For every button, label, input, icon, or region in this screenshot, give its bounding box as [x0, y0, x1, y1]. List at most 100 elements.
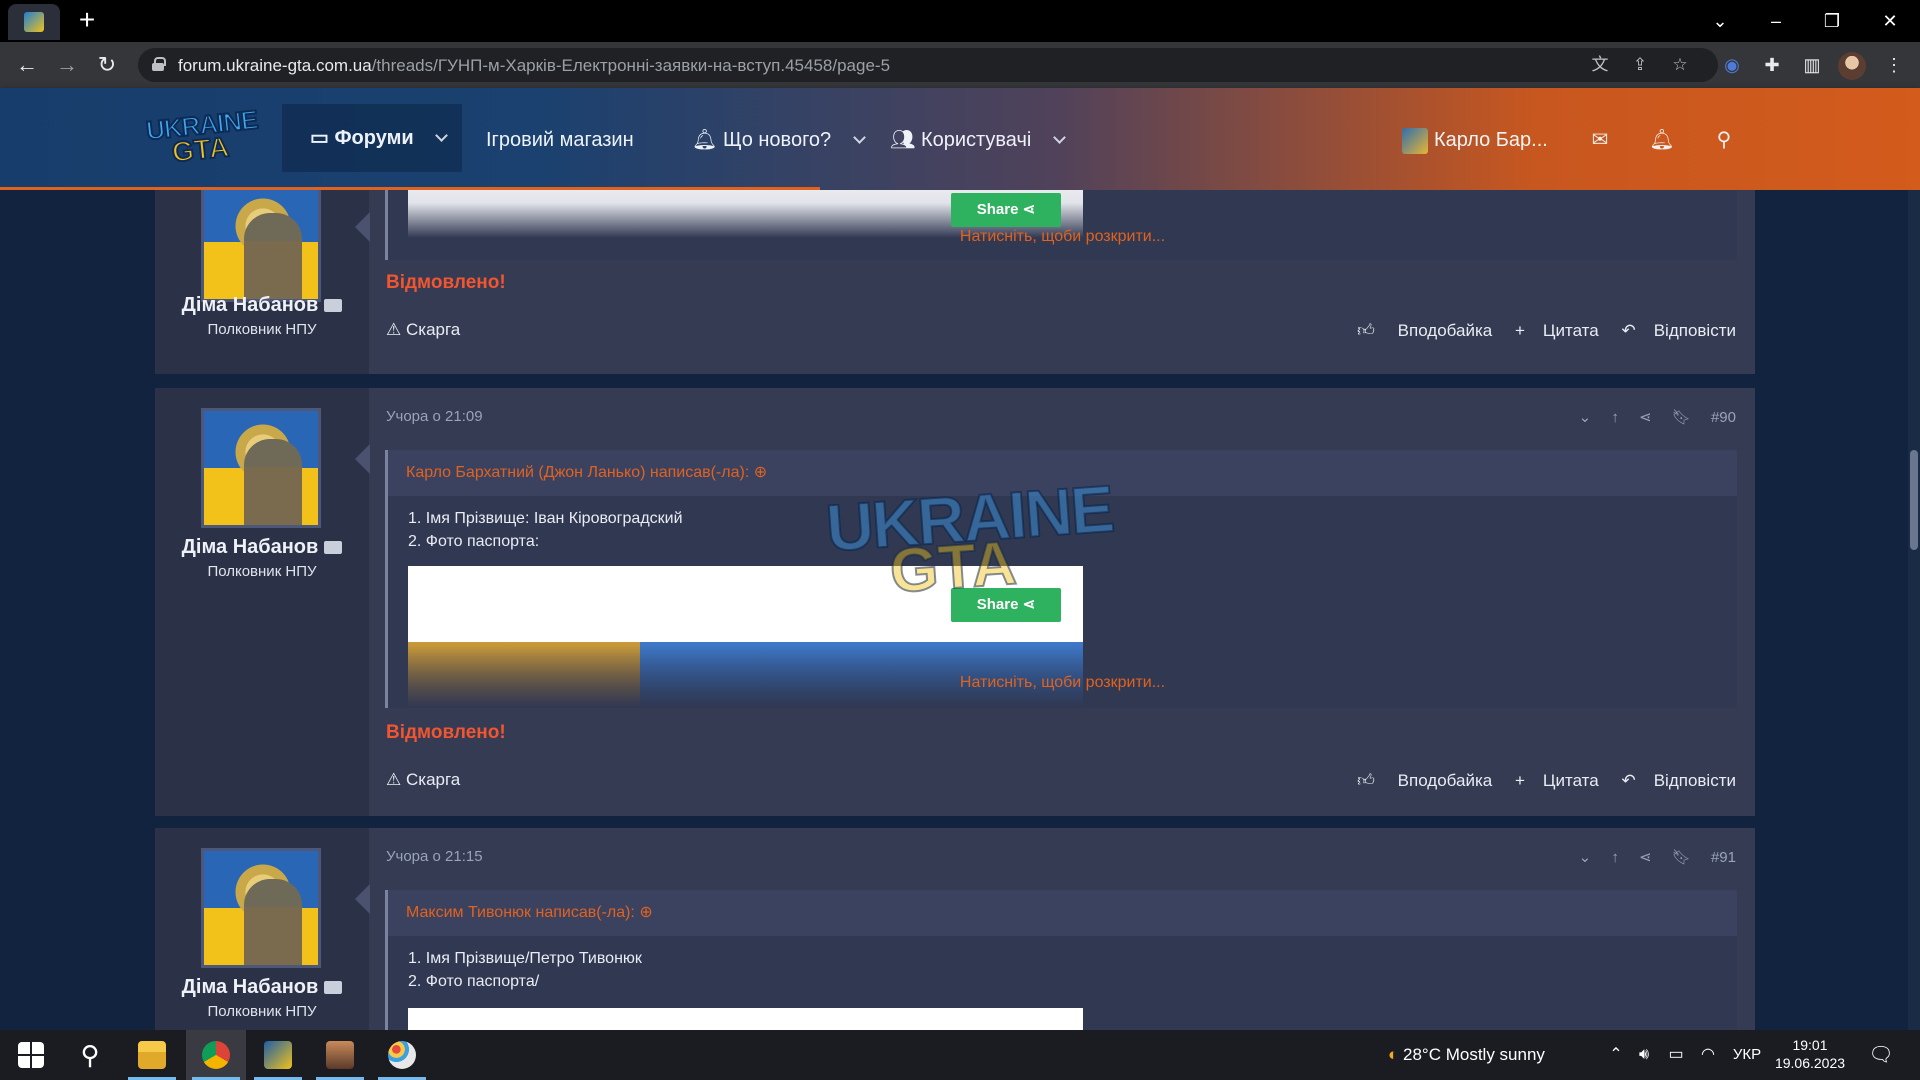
extensions-puzzle-icon[interactable]: ✚	[1758, 51, 1786, 79]
envelope-icon[interactable]	[324, 981, 343, 994]
post-number[interactable]: #90	[1711, 409, 1736, 426]
warning-icon: ⚠	[386, 770, 402, 789]
close-icon[interactable]: ✕	[1870, 6, 1910, 36]
users-icon: 👥︎	[890, 129, 916, 151]
lock-icon[interactable]	[152, 57, 166, 71]
passport-image[interactable]	[408, 1008, 1083, 1030]
avatar[interactable]	[201, 848, 321, 968]
account-menu[interactable]: Карло Бар...	[1402, 120, 1548, 160]
page-scrollbar[interactable]	[1908, 190, 1920, 1030]
quote-block: Share ⋖ Натисніть, щоби розкрити...	[385, 190, 1737, 260]
post-actions: 👍︎ Вподобайка + Цитата ↶ Відповісти	[1339, 770, 1736, 791]
new-tab-icon[interactable]: +	[72, 6, 102, 36]
report-link[interactable]: ⚠ Скарга	[386, 770, 460, 790]
nav-members[interactable]: 👥︎ Користувачі	[890, 120, 1066, 160]
bookmark-icon[interactable]: 🔖︎	[1672, 848, 1691, 866]
taskbar-search-button[interactable]: ⚲	[60, 1030, 120, 1080]
author-name[interactable]: Діма Набанов	[155, 976, 369, 999]
envelope-icon[interactable]: ✉	[1586, 126, 1614, 154]
quote-button[interactable]: + Цитата	[1515, 771, 1599, 790]
taskbar-paint[interactable]	[372, 1030, 432, 1080]
quote-line: 2. Фото паспорта:	[408, 533, 540, 550]
verdict-text: Відмовлено!	[386, 722, 506, 743]
quote-button[interactable]: + Цитата	[1515, 321, 1599, 340]
taskbar-photo-app[interactable]	[310, 1030, 370, 1080]
chevron-circle-icon[interactable]: ⌄	[1579, 848, 1592, 866]
side-panel-icon[interactable]: ▥	[1798, 51, 1826, 79]
weather-widget[interactable]: ◐ 28°C Mostly sunny	[1388, 1030, 1545, 1080]
search-icon: ⚲	[80, 1040, 100, 1070]
wifi-icon[interactable]: ◠	[1696, 1030, 1720, 1080]
address-url[interactable]: forum.ukraine-gta.com.ua/threads/ГУНП-м-…	[178, 56, 890, 76]
tab-favicon-icon	[24, 12, 44, 32]
chevron-down-icon[interactable]	[852, 131, 866, 144]
profile-avatar[interactable]	[1838, 52, 1866, 80]
post-date[interactable]: Учора о 21:09	[386, 408, 483, 425]
reload-icon[interactable]: ↻	[92, 50, 122, 80]
watermark-logo-gta: GTA	[887, 528, 1020, 608]
chevron-down-icon[interactable]	[435, 129, 449, 142]
like-button[interactable]: 👍︎ Вподобайка	[1357, 321, 1492, 340]
back-icon[interactable]: ←	[12, 50, 42, 80]
avatar[interactable]	[201, 408, 321, 528]
author-name[interactable]: Діма Набанов	[155, 294, 369, 317]
envelope-icon[interactable]	[324, 541, 343, 554]
search-icon[interactable]: ⚲	[1710, 126, 1738, 154]
alert-bell-icon[interactable]: 🔔︎	[1648, 126, 1676, 154]
notifications-icon[interactable]: 🗨︎	[1866, 1030, 1896, 1080]
input-language[interactable]: УКР	[1728, 1030, 1766, 1080]
author-title: Полковник НПУ	[207, 563, 317, 580]
share-icon[interactable]: ⋖	[1639, 408, 1652, 426]
arrow-up-circle-icon[interactable]: ⊕	[754, 464, 767, 481]
share-icon[interactable]: ⋖	[1639, 848, 1652, 866]
quote-line: 1. Імя Прізвище: Іван Кіровоградский	[408, 510, 683, 527]
expand-link[interactable]: Натисніть, щоби розкрити...	[388, 228, 1737, 246]
reply-button[interactable]: ↶ Відповісти	[1621, 771, 1736, 790]
address-bar[interactable]: forum.ukraine-gta.com.ua/threads/ГУНП-м-…	[138, 48, 1718, 82]
nav-forums[interactable]: ▭ Форуми	[282, 104, 462, 172]
reply-button[interactable]: ↶ Відповісти	[1621, 321, 1736, 340]
tab-search-chevron-icon[interactable]: ⌄	[1700, 6, 1740, 36]
arrow-up-circle-icon[interactable]: ⊕	[639, 904, 652, 921]
browser-tab[interactable]	[8, 4, 60, 40]
chevron-down-icon[interactable]	[1053, 131, 1066, 144]
taskbar-game-launcher[interactable]	[248, 1030, 308, 1080]
tray-chevron-up-icon[interactable]: ⌃	[1604, 1030, 1628, 1080]
game-launcher-icon	[264, 1041, 292, 1069]
taskbar-chrome[interactable]	[186, 1030, 246, 1080]
forward-icon[interactable]: →	[52, 50, 82, 80]
quote-line: 2. Фото паспорта/	[408, 973, 540, 990]
battery-icon[interactable]: ▭	[1664, 1030, 1688, 1080]
minimize-icon[interactable]: –	[1756, 6, 1796, 36]
quote-author[interactable]: Максим Тивонюк написав(-ла): ⊕	[406, 902, 653, 922]
restore-icon[interactable]: ❐	[1812, 6, 1852, 36]
clock[interactable]: 19:01 19.06.2023	[1770, 1030, 1850, 1080]
arrow-up-icon[interactable]: ↑	[1611, 409, 1619, 426]
translate-icon[interactable]: 文	[1588, 54, 1612, 76]
bookmark-icon[interactable]: 🔖︎	[1672, 408, 1691, 426]
nav-shop[interactable]: Ігровий магазин	[486, 120, 634, 160]
chrome-menu-icon[interactable]: ⋮	[1880, 51, 1908, 79]
report-link[interactable]: ⚠ Скарга	[386, 320, 460, 340]
share-button[interactable]: Share ⋖	[951, 193, 1061, 227]
post-date[interactable]: Учора о 21:15	[386, 848, 483, 865]
share-page-icon[interactable]: ⇪	[1628, 54, 1652, 76]
scrollbar-thumb[interactable]	[1910, 450, 1918, 550]
post-number[interactable]: #91	[1711, 849, 1736, 866]
bookmark-star-icon[interactable]: ☆	[1668, 54, 1692, 76]
envelope-icon[interactable]	[324, 299, 343, 312]
like-button[interactable]: 👍︎ Вподобайка	[1357, 771, 1492, 790]
quote-author[interactable]: Карло Бархатний (Джон Ланько) написав(-л…	[406, 462, 767, 482]
browser-titlebar: + ⌄ – ❐ ✕	[0, 0, 1920, 42]
chevron-circle-icon[interactable]: ⌄	[1579, 408, 1592, 426]
taskbar-file-explorer[interactable]	[122, 1030, 182, 1080]
author-name[interactable]: Діма Набанов	[155, 536, 369, 559]
volume-icon[interactable]: 🔊︎	[1632, 1030, 1656, 1080]
site-logo[interactable]: UKRAINE GTA	[144, 103, 260, 169]
extension-icon[interactable]: ◉	[1718, 51, 1746, 79]
start-button[interactable]	[0, 1030, 60, 1080]
expand-link[interactable]: Натисніть, щоби розкрити...	[388, 674, 1737, 692]
avatar[interactable]	[201, 190, 321, 302]
nav-whats-new[interactable]: 🔔︎ Що нового?	[692, 120, 866, 160]
arrow-up-icon[interactable]: ↑	[1611, 849, 1619, 866]
